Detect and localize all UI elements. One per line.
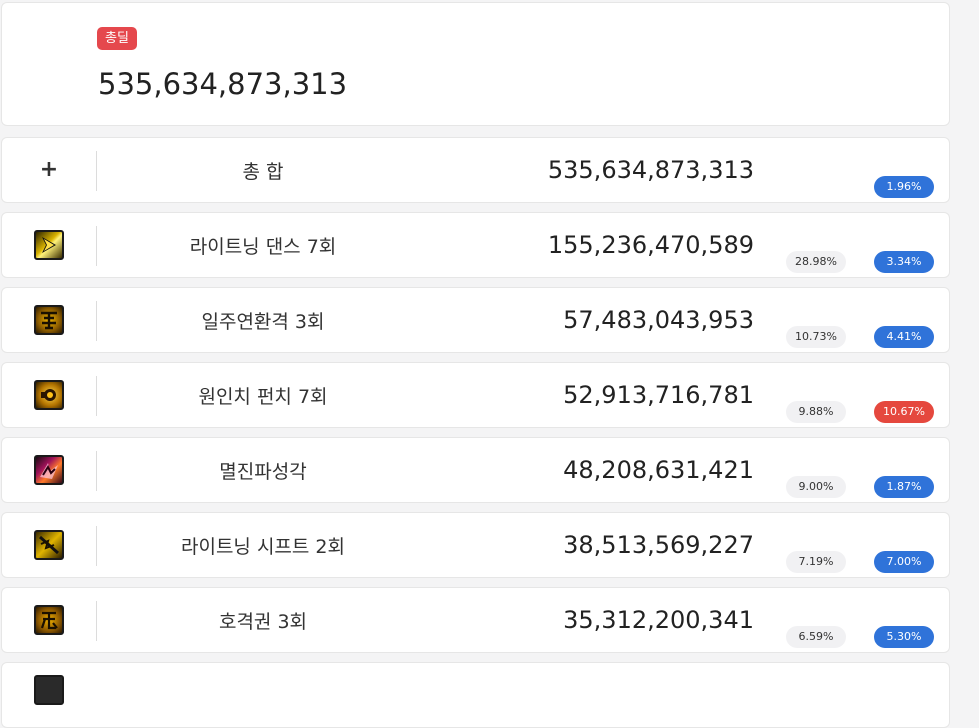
skill-icon-cell	[2, 363, 96, 427]
damage-share-badge: 7.19%	[786, 551, 846, 573]
row-divider	[96, 226, 97, 266]
damage-share-badge: 10.73%	[786, 326, 846, 348]
lightning-shift-icon	[34, 530, 64, 560]
damage-change-badge: 1.87%	[874, 476, 934, 498]
skill-row[interactable]: 멸진파성각 48,208,631,421 9.00% 1.87%	[1, 437, 950, 503]
row-divider	[96, 301, 97, 341]
skill-row[interactable]: 호격권 3회 35,312,200,341 6.59% 5.30%	[1, 587, 950, 653]
skill-name: 멸진파성각	[219, 460, 307, 483]
damage-change-badge: 1.96%	[874, 176, 934, 198]
damage-change-badge: 3.34%	[874, 251, 934, 273]
skill-row[interactable]: 라이트닝 시프트 2회 38,513,569,227 7.19% 7.00%	[1, 512, 950, 578]
row-divider	[96, 451, 97, 491]
skill-icon-cell	[2, 588, 96, 652]
damage-change-badge: 10.67%	[874, 401, 934, 423]
skill-damage-value: 52,913,716,781	[563, 381, 754, 409]
damage-share-badge: 28.98%	[786, 251, 846, 273]
chain-strike-icon	[34, 305, 64, 335]
skill-name: 호격권 3회	[218, 610, 308, 633]
skill-damage-value: 535,634,873,313	[547, 156, 754, 184]
skill-damage-value: 155,236,470,589	[547, 231, 754, 259]
skill-icon-cell	[2, 213, 96, 277]
skill-damage-value: 35,312,200,341	[563, 606, 754, 634]
destruction-wave-icon	[34, 455, 64, 485]
damage-share-badge: 6.59%	[786, 626, 846, 648]
row-divider	[96, 526, 97, 566]
skill-row-total[interactable]: + 총 합 535,634,873,313 1.96%	[1, 137, 950, 203]
damage-change-badge: 5.30%	[874, 626, 934, 648]
damage-change-badge: 4.41%	[874, 326, 934, 348]
total-damage-value: 535,634,873,313	[98, 67, 348, 101]
tiger-fist-icon	[34, 605, 64, 635]
skill-row[interactable]	[1, 662, 950, 728]
skill-row[interactable]: 원인치 펀치 7회 52,913,716,781 9.88% 10.67%	[1, 362, 950, 428]
row-divider	[96, 601, 97, 641]
skill-icon	[34, 675, 64, 705]
damage-share-badge: 9.00%	[786, 476, 846, 498]
total-damage-badge: 총딜	[97, 27, 137, 50]
skill-name: 원인치 펀치 7회	[198, 385, 328, 408]
skill-icon-cell	[2, 288, 96, 352]
skill-damage-value: 57,483,043,953	[563, 306, 754, 334]
skill-name: 라이트닝 시프트 2회	[180, 535, 345, 558]
skill-name: 라이트닝 댄스 7회	[189, 235, 337, 258]
skill-icon-cell	[2, 513, 96, 577]
skill-icon-cell	[2, 663, 96, 727]
one-inch-punch-icon	[34, 380, 64, 410]
expand-cell[interactable]: +	[2, 138, 96, 202]
skill-name: 일주연환격 3회	[201, 310, 325, 333]
skill-damage-value: 48,208,631,421	[563, 456, 754, 484]
damage-change-badge: 7.00%	[874, 551, 934, 573]
skill-row[interactable]: 일주연환격 3회 57,483,043,953 10.73% 4.41%	[1, 287, 950, 353]
skill-row[interactable]: 라이트닝 댄스 7회 155,236,470,589 28.98% 3.34%	[1, 212, 950, 278]
skill-name: 총 합	[242, 160, 284, 183]
row-divider	[96, 376, 97, 416]
plus-icon[interactable]: +	[40, 159, 58, 181]
skill-damage-value: 38,513,569,227	[563, 531, 754, 559]
skill-icon-cell	[2, 438, 96, 502]
total-damage-summary: 총딜 535,634,873,313	[1, 2, 950, 126]
row-divider	[96, 151, 97, 191]
damage-share-badge: 9.88%	[786, 401, 846, 423]
lightning-dance-icon	[34, 230, 64, 260]
